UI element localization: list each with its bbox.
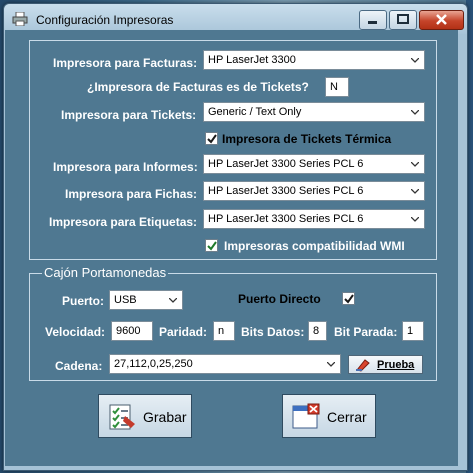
velocidad-input[interactable]: 9600 (111, 321, 153, 341)
facturas-tickets-label: ¿Impresora de Facturas es de Tickets? (87, 80, 309, 94)
grabar-label: Grabar (143, 409, 187, 425)
close-window-icon (292, 403, 320, 429)
bit-parada-input[interactable]: 1 (402, 321, 424, 341)
bits-datos-input[interactable]: 8 (308, 321, 327, 341)
tickets-printer-select[interactable]: Generic / Text Only (203, 102, 425, 122)
chevron-down-icon (411, 217, 419, 222)
minimize-icon (368, 21, 377, 24)
maximize-icon (397, 14, 409, 24)
fichas-printer-label: Impresora para Fichas: (65, 187, 198, 201)
facturas-printer-label: Impresora para Facturas: (53, 56, 198, 70)
cerrar-button[interactable]: Cerrar (282, 394, 376, 438)
informes-printer-select[interactable]: HP LaserJet 3300 Series PCL 6 (203, 154, 425, 174)
chevron-down-icon (411, 162, 419, 167)
tickets-termica-checkbox[interactable] (205, 132, 218, 145)
wmi-checkbox[interactable] (205, 239, 218, 252)
informes-printer-value: HP LaserJet 3300 Series PCL 6 (208, 158, 364, 170)
velocidad-label: Velocidad: (45, 325, 106, 339)
fichas-printer-value: HP LaserJet 3300 Series PCL 6 (208, 185, 364, 197)
etiquetas-printer-value: HP LaserJet 3300 Series PCL 6 (208, 213, 364, 225)
cash-drawer-legend: Cajón Portamonedas (42, 265, 169, 280)
informes-printer-label: Impresora para Informes: (53, 160, 198, 174)
chevron-down-icon (327, 362, 335, 367)
cadena-select[interactable]: 27,112,0,25,250 (109, 354, 341, 374)
minimize-button[interactable] (359, 10, 387, 30)
paridad-input[interactable]: n (213, 321, 235, 341)
cerrar-label: Cerrar (327, 409, 367, 425)
etiquetas-printer-select[interactable]: HP LaserJet 3300 Series PCL 6 (203, 209, 425, 229)
prueba-button[interactable]: Prueba (348, 355, 423, 374)
checkmark-icon (344, 294, 354, 304)
tickets-printer-label: Impresora para Tickets: (61, 108, 197, 122)
puerto-value: USB (114, 294, 137, 306)
pencil-eraser-icon (356, 359, 370, 372)
bit-parada-label: Bit Parada: (334, 325, 398, 339)
checkmark-icon (207, 241, 217, 251)
cadena-value: 27,112,0,25,250 (114, 358, 193, 370)
tickets-termica-label: Impresora de Tickets Térmica (222, 132, 392, 146)
checkmark-icon (207, 134, 217, 144)
chevron-down-icon (411, 189, 419, 194)
grabar-button[interactable]: Grabar (98, 394, 192, 438)
facturas-printer-select[interactable]: HP LaserJet 3300 (203, 50, 425, 70)
puerto-directo-checkbox[interactable] (342, 292, 355, 305)
paridad-label: Paridad: (159, 325, 208, 339)
facturas-printer-value: HP LaserJet 3300 (208, 54, 296, 66)
save-checklist-icon (109, 404, 135, 430)
window-title: Configuración Impresoras (36, 13, 174, 27)
maximize-button[interactable] (389, 10, 417, 30)
chevron-down-icon (169, 298, 177, 303)
fichas-printer-select[interactable]: HP LaserJet 3300 Series PCL 6 (203, 181, 425, 201)
puerto-label: Puerto: (62, 294, 104, 308)
etiquetas-printer-label: Impresora para Etiquetas: (49, 215, 198, 229)
facturas-tickets-input[interactable]: N (325, 77, 349, 97)
wmi-label: Impresoras compatibilidad WMI (224, 239, 405, 253)
puerto-directo-label: Puerto Directo (238, 292, 321, 306)
prueba-label: Prueba (377, 359, 415, 371)
bits-datos-label: Bits Datos: (241, 325, 305, 339)
close-window-button[interactable] (419, 10, 464, 30)
puerto-select[interactable]: USB (109, 290, 183, 310)
tickets-printer-value: Generic / Text Only (208, 106, 302, 118)
printer-icon (12, 12, 28, 26)
cadena-label: Cadena: (55, 359, 103, 373)
chevron-down-icon (411, 110, 419, 115)
chevron-down-icon (411, 58, 419, 63)
close-icon (436, 14, 447, 25)
